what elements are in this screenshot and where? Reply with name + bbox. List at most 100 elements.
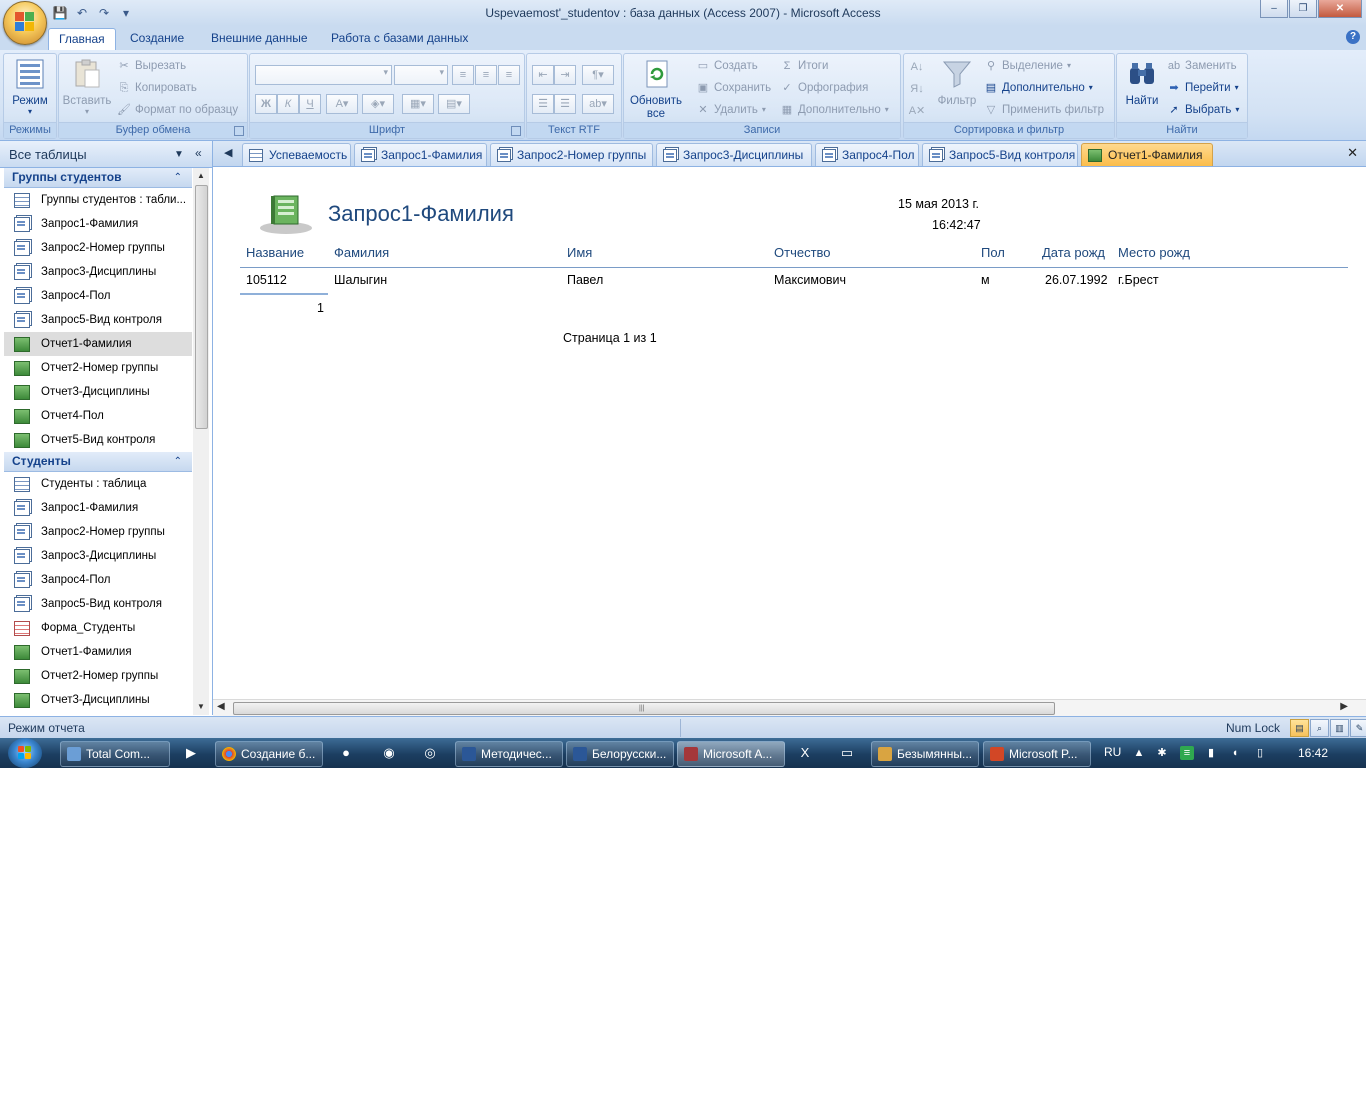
tabs-scroll-left-icon[interactable]: ◀: [224, 146, 232, 159]
view-button[interactable]: Режим ▾: [8, 58, 52, 116]
chevron-up-icon[interactable]: ⌃: [174, 168, 182, 187]
report-view-icon[interactable]: ▤: [1290, 719, 1309, 737]
font-name-combo[interactable]: [255, 65, 392, 85]
filter-button[interactable]: Фильтр: [934, 58, 980, 107]
nav-item[interactable]: Запрос3-Дисциплины: [4, 260, 192, 284]
scroll-left-icon[interactable]: ◀: [217, 701, 225, 712]
font-launcher-icon[interactable]: [511, 126, 521, 136]
spelling-button[interactable]: ✓ Орфография: [780, 79, 868, 97]
battery-icon[interactable]: ▯: [1253, 746, 1267, 760]
find-button[interactable]: Найти: [1119, 58, 1165, 107]
print-preview-icon[interactable]: ⌕: [1310, 719, 1329, 737]
volume-icon[interactable]: ◖: [1228, 746, 1242, 760]
alternate-fill-icon[interactable]: ▤▾: [438, 94, 470, 114]
nav-item[interactable]: Отчет3-Дисциплины: [4, 688, 192, 712]
pinned-app-icon[interactable]: ●: [336, 743, 356, 763]
delete-record-button[interactable]: ✕ Удалить ▾: [696, 101, 766, 119]
numbering-icon[interactable]: ☰: [532, 94, 554, 114]
nav-group-header[interactable]: Студенты ⌃: [4, 452, 192, 472]
underline-button[interactable]: Ч: [299, 94, 321, 114]
bullets-icon[interactable]: ☰: [554, 94, 576, 114]
refresh-all-button[interactable]: Обновить все: [626, 58, 688, 121]
tab-create[interactable]: Создание: [120, 28, 194, 48]
bold-button[interactable]: Ж: [255, 94, 277, 114]
highlight-icon[interactable]: ab▾: [582, 94, 614, 114]
cut-button[interactable]: ✂ Вырезать: [117, 57, 186, 75]
scroll-thumb[interactable]: [195, 185, 208, 429]
taskbar-total-commander[interactable]: Total Com...: [60, 741, 170, 767]
nav-item[interactable]: Запрос4-Пол: [4, 284, 192, 308]
nav-item[interactable]: Отчет2-Номер группы: [4, 356, 192, 380]
totals-button[interactable]: Σ Итоги: [780, 57, 829, 75]
pinned-excel-icon[interactable]: X: [795, 743, 815, 763]
tray-app-icon[interactable]: ≡: [1180, 746, 1194, 760]
taskbar-word-1[interactable]: Методичес...: [455, 741, 563, 767]
nav-item[interactable]: Группы студентов : табли...: [4, 188, 192, 212]
select-button[interactable]: ➚ Выбрать ▾: [1167, 101, 1239, 119]
document-tab[interactable]: Запрос1-Фамилия: [354, 143, 487, 166]
collapse-pane-icon[interactable]: «: [195, 146, 202, 160]
align-left-icon[interactable]: ≡: [452, 65, 474, 85]
nav-item[interactable]: Отчет5-Вид контроля: [4, 428, 192, 452]
nav-item[interactable]: Отчет1-Фамилия: [4, 332, 192, 356]
nav-item[interactable]: Запрос2-Номер группы: [4, 236, 192, 260]
nav-item[interactable]: Студенты : таблица: [4, 472, 192, 496]
design-view-icon[interactable]: ✎: [1350, 719, 1366, 737]
clear-sort-icon[interactable]: A✕: [907, 102, 927, 120]
taskbar-paint[interactable]: Безымянны...: [871, 741, 979, 767]
align-center-icon[interactable]: ≡: [475, 65, 497, 85]
horizontal-scroll-thumb[interactable]: |||: [233, 702, 1055, 715]
show-hidden-icons-icon[interactable]: ▲: [1132, 746, 1146, 760]
close-button[interactable]: ✕: [1318, 0, 1362, 18]
nav-item[interactable]: Запрос3-Дисциплины: [4, 544, 192, 568]
nav-scrollbar[interactable]: ▲ ▼: [193, 168, 209, 715]
maximize-button[interactable]: ❐: [1289, 0, 1317, 18]
nav-item[interactable]: Запрос1-Фамилия: [4, 496, 192, 520]
taskbar-word-2[interactable]: Белорусски...: [566, 741, 674, 767]
nav-item[interactable]: Запрос1-Фамилия: [4, 212, 192, 236]
nav-item[interactable]: Отчет4-Пол: [4, 712, 192, 715]
scroll-down-icon[interactable]: ▼: [193, 699, 209, 715]
font-color-icon[interactable]: A▾: [326, 94, 358, 114]
scroll-up-icon[interactable]: ▲: [193, 168, 209, 184]
nav-group-header[interactable]: Группы студентов ⌃: [4, 168, 192, 188]
minimize-button[interactable]: –: [1260, 0, 1288, 18]
taskbar-access[interactable]: Microsoft A...: [677, 741, 785, 767]
document-tab[interactable]: Успеваемость: [242, 143, 351, 166]
layout-view-icon[interactable]: ▥: [1330, 719, 1349, 737]
italic-button[interactable]: К: [277, 94, 299, 114]
save-record-button[interactable]: ▣ Сохранить: [696, 79, 771, 97]
pinned-explorer-icon[interactable]: ▭: [837, 743, 857, 763]
nav-item[interactable]: Отчет1-Фамилия: [4, 640, 192, 664]
format-painter-button[interactable]: 🖌 Формат по образцу: [117, 101, 238, 119]
selection-button[interactable]: ⚲ Выделение ▾: [984, 57, 1071, 75]
paste-button[interactable]: Вставить ▾: [61, 58, 113, 116]
gridlines-icon[interactable]: ▦▾: [402, 94, 434, 114]
sort-descending-icon[interactable]: Я↓: [907, 80, 927, 98]
more-records-button[interactable]: ▦ Дополнительно ▾: [780, 101, 889, 119]
nav-header[interactable]: Все таблицы ▼ «: [0, 141, 212, 168]
help-icon[interactable]: ?: [1346, 30, 1360, 44]
nav-item[interactable]: Отчет3-Дисциплины: [4, 380, 192, 404]
decrease-indent-icon[interactable]: ⇤: [532, 65, 554, 85]
chevron-down-icon[interactable]: ▼: [174, 149, 184, 160]
toggle-filter-button[interactable]: ▽ Применить фильтр: [984, 101, 1104, 119]
taskbar-chrome[interactable]: Создание б...: [215, 741, 323, 767]
nav-item[interactable]: Форма_Студенты: [4, 616, 192, 640]
tab-external-data[interactable]: Внешние данные: [201, 28, 318, 48]
pinned-skype-icon[interactable]: ◎: [420, 743, 440, 763]
document-tab[interactable]: Отчет1-Фамилия: [1081, 143, 1213, 166]
nav-item[interactable]: Запрос4-Пол: [4, 568, 192, 592]
nav-item[interactable]: Отчет2-Номер группы: [4, 664, 192, 688]
copy-button[interactable]: ⎘ Копировать: [117, 79, 197, 97]
align-right-icon[interactable]: ≡: [498, 65, 520, 85]
nav-item[interactable]: Запрос5-Вид контроля: [4, 308, 192, 332]
goto-button[interactable]: ➡ Перейти ▾: [1167, 79, 1238, 97]
font-size-combo[interactable]: [394, 65, 448, 85]
chevron-up-icon[interactable]: ⌃: [174, 452, 182, 471]
network-icon[interactable]: ▮: [1204, 746, 1218, 760]
horizontal-scrollbar[interactable]: ◀ ||| ▶: [213, 699, 1366, 716]
clock[interactable]: 16:42: [1298, 746, 1328, 760]
increase-indent-icon[interactable]: ⇥: [554, 65, 576, 85]
document-tab[interactable]: Запрос4-Пол: [815, 143, 919, 166]
